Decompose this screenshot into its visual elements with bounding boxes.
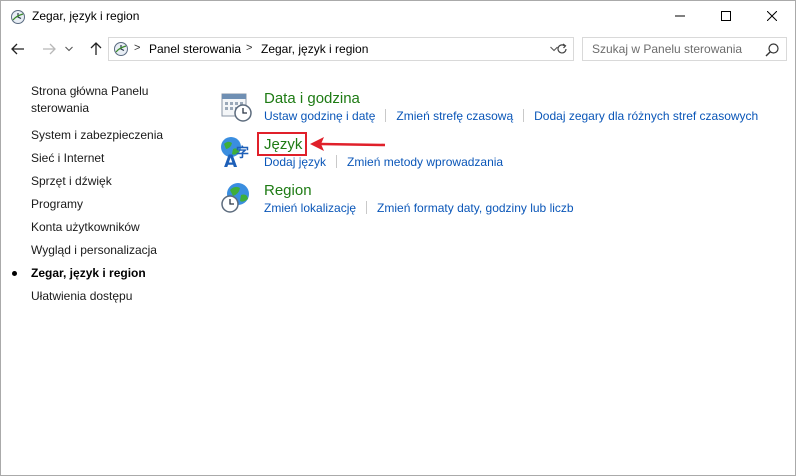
- sidebar-item-system-security[interactable]: System i zabezpieczenia: [31, 127, 163, 144]
- navigation-row: > Panel sterowania > Zegar, język i regi…: [1, 35, 795, 63]
- calendar-clock-icon: [221, 93, 252, 122]
- chevron-down-icon: [65, 46, 73, 52]
- category-links: Ustaw godzinę i datę Zmień strefę czasową…: [264, 109, 758, 123]
- breadcrumb-control-panel[interactable]: Panel sterowania: [149, 42, 241, 56]
- link-add-language[interactable]: Dodaj język: [264, 155, 326, 169]
- breadcrumb-separator: >: [246, 42, 253, 54]
- sidebar-item-ease-of-access[interactable]: Ułatwienia dostępu: [31, 288, 132, 305]
- forward-button[interactable]: [38, 38, 60, 60]
- globe-language-icon: A 字: [221, 137, 249, 169]
- refresh-icon: [557, 43, 567, 54]
- breadcrumb-current[interactable]: Zegar, język i region: [261, 42, 368, 56]
- search-icon[interactable]: [764, 42, 780, 58]
- link-separator: [336, 155, 338, 168]
- link-add-clocks[interactable]: Dodaj zegary dla różnych stref czasowych: [534, 109, 758, 123]
- close-button[interactable]: [749, 1, 795, 31]
- link-change-input-methods[interactable]: Zmień metody wprowadzania: [347, 155, 503, 169]
- globe-clock-icon: [221, 183, 249, 213]
- link-separator: [366, 201, 368, 214]
- up-button[interactable]: [85, 38, 107, 60]
- sidebar-item-appearance[interactable]: Wygląd i personalizacja: [31, 242, 157, 259]
- breadcrumb-separator: >: [134, 42, 141, 54]
- highlight-box: [257, 132, 307, 156]
- arrow-annotation-icon: [310, 137, 386, 151]
- category-links: Dodaj język Zmień metody wprowadzania: [264, 155, 503, 169]
- sidebar-item-network-internet[interactable]: Sieć i Internet: [31, 150, 104, 167]
- maximize-button[interactable]: [703, 1, 749, 31]
- sidebar-item-label: Strona główna Panelu: [31, 84, 149, 98]
- clock-globe-icon: [11, 10, 25, 24]
- arrow-left-icon: [11, 43, 24, 55]
- close-icon: [767, 11, 777, 21]
- sidebar-item-hardware-sound[interactable]: Sprzęt i dźwięk: [31, 173, 112, 190]
- sidebar-item-programs[interactable]: Programy: [31, 196, 83, 213]
- link-separator: [523, 109, 525, 122]
- refresh-button[interactable]: [551, 37, 574, 61]
- current-item-bullet: [12, 271, 17, 276]
- svg-text:字: 字: [236, 145, 249, 161]
- link-change-location[interactable]: Zmień lokalizację: [264, 201, 356, 215]
- address-bar[interactable]: > Panel sterowania > Zegar, język i regi…: [108, 37, 574, 61]
- category-title-region[interactable]: Region: [264, 182, 312, 199]
- search-placeholder: Szukaj w Panelu sterowania: [592, 42, 743, 56]
- arrow-right-icon: [43, 43, 56, 55]
- arrow-up-icon: [90, 42, 102, 55]
- link-change-formats[interactable]: Zmień formaty daty, godziny lub liczb: [377, 201, 574, 215]
- window-title: Zegar, język i region: [32, 9, 140, 23]
- minimize-icon: [675, 15, 685, 17]
- sidebar-item-label: sterowania: [31, 101, 90, 115]
- recent-locations-button[interactable]: [62, 38, 76, 60]
- link-separator: [385, 109, 387, 122]
- sidebar-item-clock-language-region[interactable]: Zegar, język i region: [31, 265, 146, 282]
- link-set-time-date[interactable]: Ustaw godzinę i datę: [264, 109, 375, 123]
- category-links: Zmień lokalizację Zmień formaty daty, god…: [264, 201, 574, 215]
- category-title-date-time[interactable]: Data i godzina: [264, 90, 360, 107]
- sidebar-item-home[interactable]: Strona główna Panelu sterowania: [31, 83, 148, 117]
- control-panel-window: Zegar, język i region > Panel sterowania…: [0, 0, 796, 476]
- back-button[interactable]: [7, 38, 29, 60]
- control-panel-icon: [114, 42, 128, 56]
- link-change-time-zone[interactable]: Zmień strefę czasową: [396, 109, 513, 123]
- sidebar-item-user-accounts[interactable]: Konta użytkowników: [31, 219, 140, 236]
- maximize-icon: [721, 11, 731, 21]
- search-input[interactable]: Szukaj w Panelu sterowania: [582, 37, 787, 61]
- title-bar: Zegar, język i region: [1, 1, 795, 31]
- minimize-button[interactable]: [657, 1, 703, 31]
